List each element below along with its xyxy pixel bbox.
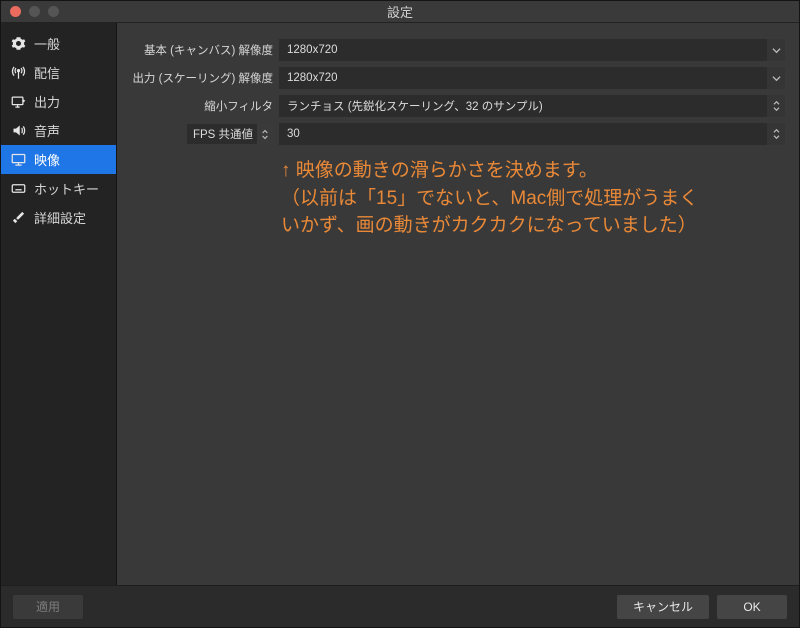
- window-title: 設定: [1, 2, 799, 21]
- sidebar-item-general[interactable]: 一般: [1, 29, 116, 58]
- sidebar-item-advanced[interactable]: 詳細設定: [1, 203, 116, 232]
- chevron-updown-icon: [257, 124, 273, 144]
- titlebar: 設定: [1, 1, 799, 23]
- output-icon: [10, 94, 26, 110]
- sidebar-item-audio[interactable]: 音声: [1, 116, 116, 145]
- base-resolution-value: 1280x720: [287, 44, 338, 56]
- chevron-down-icon: [767, 67, 785, 89]
- zoom-window-icon: [48, 6, 59, 17]
- output-resolution-value: 1280x720: [287, 72, 338, 84]
- output-resolution-dropdown[interactable]: 1280x720: [279, 67, 785, 89]
- base-resolution-label: 基本 (キャンバス) 解像度: [131, 42, 273, 58]
- row-output-resolution: 出力 (スケーリング) 解像度 1280x720: [131, 67, 785, 89]
- fps-type-value: FPS 共通値: [193, 126, 253, 142]
- monitor-icon: [10, 152, 26, 168]
- row-fps: FPS 共通値 30: [131, 123, 785, 145]
- sidebar-item-output[interactable]: 出力: [1, 87, 116, 116]
- form: 基本 (キャンバス) 解像度 1280x720 出力 (スケーリング) 解像度: [131, 39, 785, 145]
- fps-value-dropdown[interactable]: 30: [279, 123, 785, 145]
- fps-label-cell: FPS 共通値: [131, 124, 273, 144]
- sidebar-item-label: 映像: [34, 150, 60, 169]
- main-panel: 基本 (キャンバス) 解像度 1280x720 出力 (スケーリング) 解像度: [117, 23, 799, 585]
- sidebar-item-label: 一般: [34, 34, 60, 53]
- sidebar: 一般 配信 出力 音声: [1, 23, 117, 585]
- minimize-window-icon: [29, 6, 40, 17]
- sidebar-item-label: ホットキー: [34, 179, 99, 198]
- chevron-updown-icon: [767, 123, 785, 145]
- fps-value: 30: [287, 128, 300, 140]
- sidebar-item-video[interactable]: 映像: [1, 145, 116, 174]
- sidebar-item-hotkeys[interactable]: ホットキー: [1, 174, 116, 203]
- window-controls: [1, 6, 59, 17]
- row-downscale-filter: 縮小フィルタ ランチョス (先鋭化スケーリング、32 のサンプル): [131, 95, 785, 117]
- speaker-icon: [10, 123, 26, 139]
- cancel-button[interactable]: キャンセル: [617, 595, 709, 619]
- downscale-filter-label: 縮小フィルタ: [131, 98, 273, 114]
- sidebar-item-label: 音声: [34, 121, 60, 140]
- close-window-icon[interactable]: [10, 6, 21, 17]
- fps-type-stepper[interactable]: FPS 共通値: [187, 124, 273, 144]
- body: 一般 配信 出力 音声: [1, 23, 799, 585]
- sidebar-item-label: 出力: [34, 92, 60, 111]
- row-base-resolution: 基本 (キャンバス) 解像度 1280x720: [131, 39, 785, 61]
- downscale-filter-dropdown[interactable]: ランチョス (先鋭化スケーリング、32 のサンプル): [279, 95, 785, 117]
- base-resolution-dropdown[interactable]: 1280x720: [279, 39, 785, 61]
- apply-button: 適用: [13, 595, 83, 619]
- footer: 適用 キャンセル OK: [1, 585, 799, 627]
- sidebar-item-stream[interactable]: 配信: [1, 58, 116, 87]
- tools-icon: [10, 210, 26, 226]
- sidebar-item-label: 配信: [34, 63, 60, 82]
- keyboard-icon: [10, 181, 26, 197]
- chevron-down-icon: [767, 39, 785, 61]
- ok-button[interactable]: OK: [717, 595, 787, 619]
- antenna-icon: [10, 65, 26, 81]
- sidebar-item-label: 詳細設定: [34, 208, 86, 227]
- chevron-updown-icon: [767, 95, 785, 117]
- gear-icon: [10, 36, 26, 52]
- downscale-filter-value: ランチョス (先鋭化スケーリング、32 のサンプル): [287, 98, 543, 114]
- output-resolution-label: 出力 (スケーリング) 解像度: [131, 70, 273, 86]
- annotation-text: ↑ 映像の動きの滑らかさを決めます。 （以前は「15」でないと、Mac側で処理が…: [281, 157, 701, 240]
- settings-window: 設定 一般 配信 出力: [0, 0, 800, 628]
